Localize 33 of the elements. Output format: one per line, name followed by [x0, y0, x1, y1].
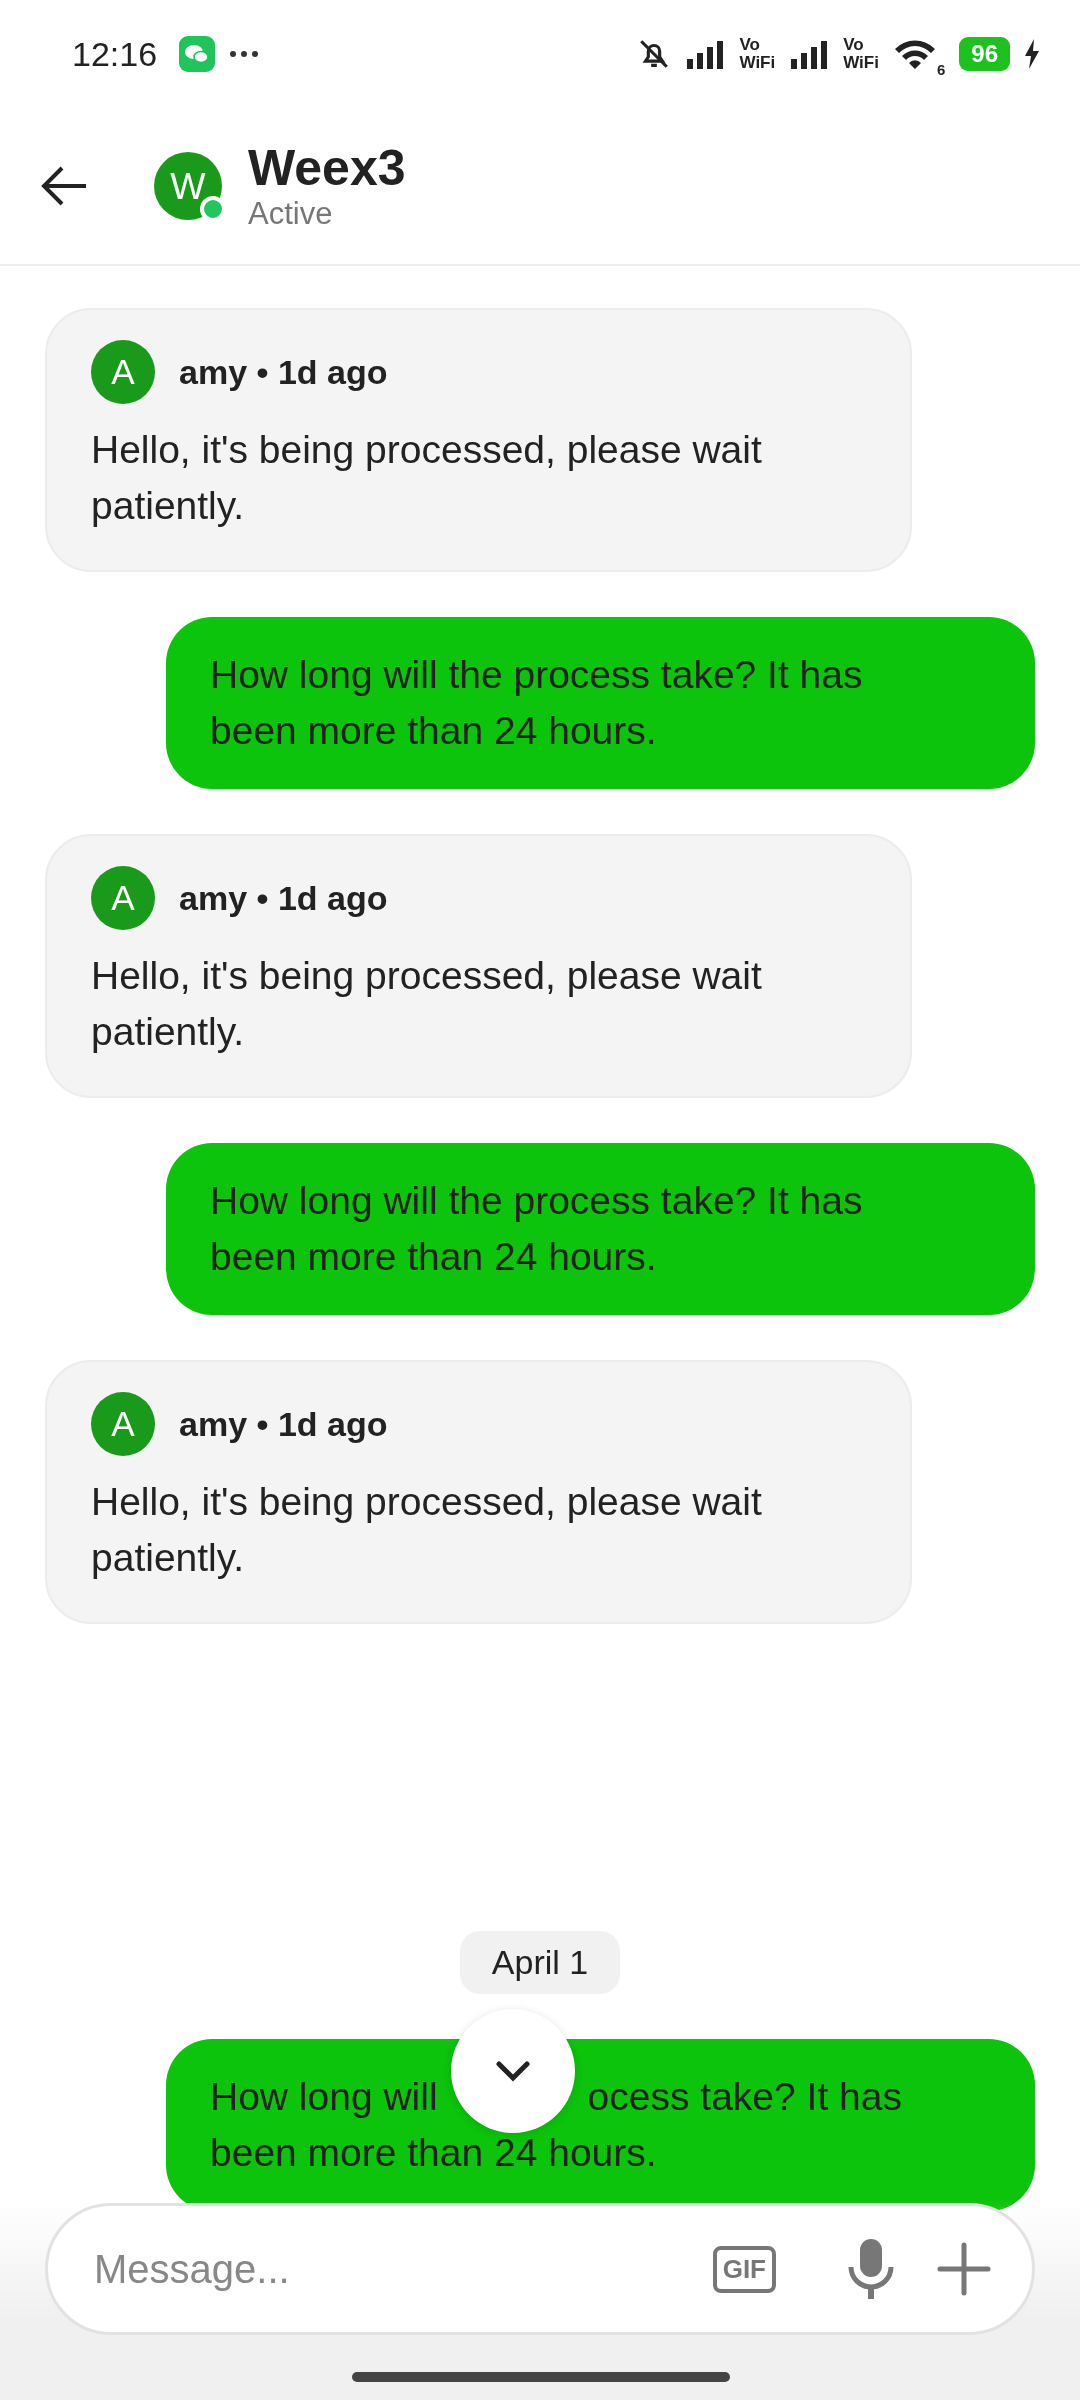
gif-button[interactable]: GIF	[712, 2245, 776, 2293]
sender-meta: amy • 1d ago	[179, 1404, 388, 1444]
sender-avatar: A	[91, 340, 155, 404]
chat-title: Weex3	[248, 140, 406, 196]
charging-icon	[1024, 39, 1040, 69]
message-text: Hello, it's being processed, please wait patiently.	[91, 427, 763, 529]
message-text: Hello, it's being processed, please wait patiently.	[91, 1479, 763, 1581]
sender-avatar: A	[91, 866, 155, 930]
contact-avatar: W	[154, 152, 222, 220]
signal-icon	[685, 39, 726, 69]
network-label: Vo WiFi	[843, 36, 879, 72]
contact-status: Active	[248, 196, 334, 232]
back-icon[interactable]	[40, 166, 88, 206]
message-text: been more than 24 hours.	[210, 2130, 657, 2176]
chat-app-icon	[179, 36, 216, 72]
more-icon	[229, 50, 260, 58]
message-text: How long will the process take? It has been more than 24 hours.	[210, 652, 864, 754]
message-text: How long will	[210, 2074, 438, 2120]
message-text: ocess take? It has	[587, 2074, 902, 2120]
status-time: 12:16	[72, 34, 158, 74]
network-label: Vo WiFi	[739, 36, 776, 72]
plus-icon[interactable]	[936, 2241, 992, 2297]
sender-meta: amy • 1d ago	[179, 352, 388, 392]
sender-meta: amy • 1d ago	[179, 878, 388, 918]
sender-avatar: A	[91, 1392, 155, 1456]
date-label: April 1	[459, 1931, 621, 1994]
wifi-label: 6	[936, 61, 946, 78]
signal-icon	[789, 39, 830, 69]
message-field[interactable]: Message... GIF	[45, 2203, 1035, 2335]
microphone-icon[interactable]	[846, 2237, 896, 2301]
message-text: How long will the process take? It has been more than 24 hours.	[210, 1178, 864, 1280]
battery-level: 96	[959, 37, 1010, 71]
message-text: Hello, it's being processed, please wait patiently.	[91, 953, 763, 1055]
